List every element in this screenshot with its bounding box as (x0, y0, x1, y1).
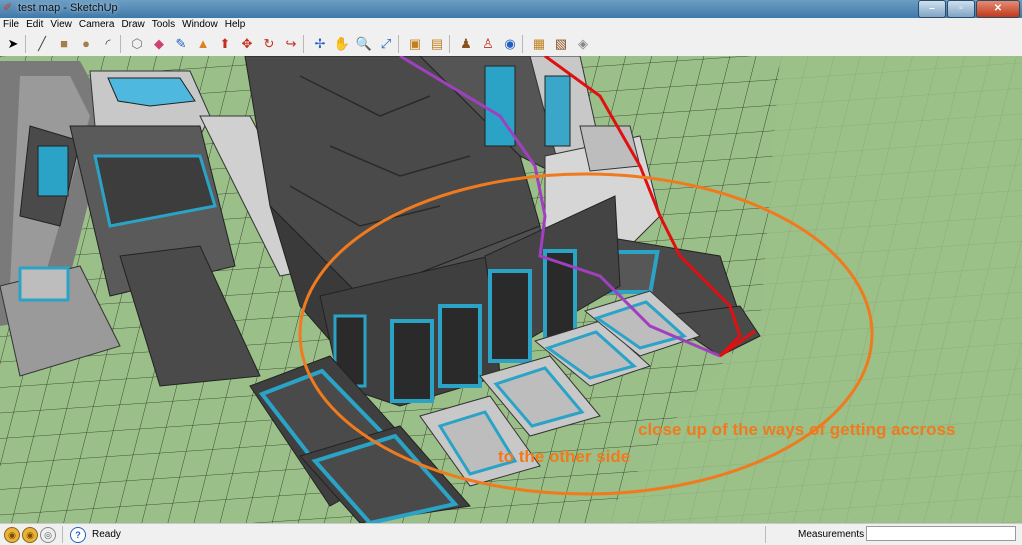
status-divider (62, 526, 63, 543)
maximize-button[interactable]: ▫ (947, 0, 975, 18)
make-component-tool-icon[interactable]: ⬡ (128, 35, 146, 53)
menu-tools[interactable]: Tools (149, 19, 179, 30)
menu-window[interactable]: Window (179, 19, 222, 30)
status-bar: ◉ ◉ ◎ ? Ready Measurements (0, 523, 1022, 545)
paint-bucket-tool-icon[interactable]: ▲ (194, 35, 212, 53)
get-models-tool-icon[interactable]: ▦ (530, 35, 548, 53)
rectangle-tool-icon[interactable]: ■ (55, 35, 73, 53)
toolbar-separator (449, 34, 450, 53)
tape-measure-tool-icon[interactable]: ✎ (172, 35, 190, 53)
sketchup-app-icon: ✐ (3, 2, 13, 14)
status-text: Ready (92, 529, 121, 540)
toolbar-separator (120, 34, 121, 53)
title-bar: ✐ test map - SketchUp – ▫ ✕ (0, 0, 1022, 18)
main-toolbar: ➤ ╱ ■ ● ◜ ⬡ ◆ ✎ ▲ ⬆ ✥ ↻ ↪ ✢ ✋ 🔍 ⤢ ▣ ▤ ♟ ♙ ◉ ▦ ▧ ◈ (0, 31, 1022, 57)
position-camera-tool-icon[interactable]: ♟ (457, 35, 475, 53)
menu-view[interactable]: View (47, 19, 76, 30)
share-model-tool-icon[interactable]: ▧ (552, 35, 570, 53)
geo-location-icon[interactable]: ◉ (4, 527, 20, 543)
minimize-button[interactable]: – (918, 0, 946, 18)
measurements-label: Measurements (798, 529, 865, 540)
window-controls: – ▫ ✕ (917, 0, 1020, 18)
walk-tool-icon[interactable]: ♙ (479, 35, 497, 53)
follow-me-tool-icon[interactable]: ↪ (282, 35, 300, 53)
move-tool-icon[interactable]: ✥ (238, 35, 256, 53)
credits-icon[interactable]: ◉ (22, 527, 38, 543)
zoom-tool-icon[interactable]: 🔍 (355, 35, 373, 53)
menu-edit[interactable]: Edit (23, 19, 47, 30)
toolbar-separator (398, 34, 399, 53)
menu-file[interactable]: File (0, 19, 23, 30)
orbit-tool-icon[interactable]: ✢ (311, 35, 329, 53)
arc-tool-icon[interactable]: ◜ (99, 35, 117, 53)
annotation-line-2: to the other side (498, 447, 631, 466)
help-icon[interactable]: ? (70, 527, 86, 543)
components-tool-icon[interactable]: ◈ (574, 35, 592, 53)
toolbar-separator (303, 34, 304, 53)
window-title: test map - SketchUp (18, 2, 118, 14)
zoom-extents-tool-icon[interactable]: ⤢ (377, 35, 395, 53)
rotate-tool-icon[interactable]: ↻ (260, 35, 278, 53)
push-pull-tool-icon[interactable]: ⬆ (216, 35, 234, 53)
toolbar-separator (25, 34, 26, 53)
menu-bar: File Edit View Camera Draw Tools Window … (0, 18, 1022, 31)
line-tool-icon[interactable]: ╱ (33, 35, 51, 53)
annotation-line-1: close up of the ways of getting accross (638, 420, 956, 439)
model-viewport[interactable]: close up of the ways of getting accross … (0, 56, 1022, 523)
eraser-tool-icon[interactable]: ◆ (150, 35, 168, 53)
measurements-input[interactable] (866, 526, 1016, 541)
menu-camera[interactable]: Camera (76, 19, 119, 30)
next-view-tool-icon[interactable]: ▤ (428, 35, 446, 53)
circle-tool-icon[interactable]: ● (77, 35, 95, 53)
pan-tool-icon[interactable]: ✋ (333, 35, 351, 53)
previous-view-tool-icon[interactable]: ▣ (406, 35, 424, 53)
menu-draw[interactable]: Draw (118, 19, 148, 30)
menu-help[interactable]: Help (222, 19, 250, 30)
status-divider-2 (765, 526, 766, 543)
look-around-tool-icon[interactable]: ◉ (501, 35, 519, 53)
user-icon[interactable]: ◎ (40, 527, 56, 543)
close-button[interactable]: ✕ (976, 0, 1020, 18)
select-tool-icon[interactable]: ➤ (4, 35, 22, 53)
toolbar-separator (522, 34, 523, 53)
